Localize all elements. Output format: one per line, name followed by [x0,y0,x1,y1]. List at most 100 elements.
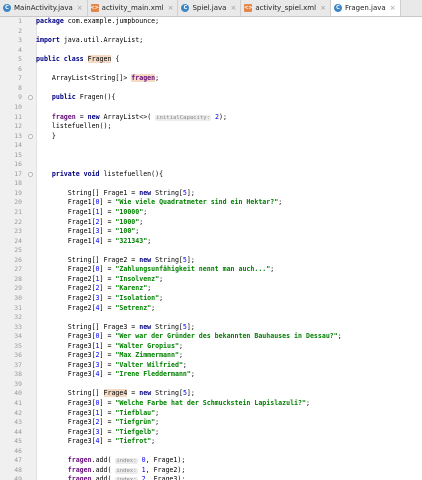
code-line[interactable]: 11 fragen = new ArrayList<>( initialCapa… [0,113,422,123]
tab-fragen-java[interactable]: C Fragen.java × [330,0,401,16]
code-line[interactable]: 29 Frage2[2] = "Karenz"; [0,284,422,294]
code-line[interactable]: 21 Frage1[1] = "10000"; [0,208,422,218]
editor-tab-bar: C MainActivity.java × <> activity_main.xml × C… [0,0,422,17]
code-token: ; [155,408,160,417]
code-line[interactable]: 46 [0,447,422,457]
line-number: 3 [18,36,22,45]
java-class-icon: C [181,4,190,12]
code-line[interactable]: 16 [0,160,422,170]
code-token: "Tiefgelb" [115,427,156,436]
code-line[interactable]: 42 Frage3[1] = "Tiefblau"; [0,409,422,419]
code-line[interactable]: 5 public class Fragen { [0,55,422,65]
code-line[interactable]: 31 Frage2[4] = "Setrenz"; [0,304,422,314]
code-line[interactable]: 20 Frage1[0] = "Wie viele Quadratmeter s… [0,198,422,208]
code-line[interactable]: 40 String[] Frage4 = new String[5]; [0,389,422,399]
code-token: fragen [67,465,92,474]
tab-activity-main-xml[interactable]: <> activity_main.xml × [88,0,179,16]
code-line[interactable]: 6 [0,65,422,75]
code-line[interactable]: 8 [0,84,422,94]
code-editor[interactable]: 1 package com.example.jumpbounce; 2 3 import… [0,17,422,480]
line-number: 16 [14,160,22,169]
code-line[interactable]: 10 [0,103,422,113]
code-token: ] = [99,360,116,369]
code-line[interactable]: 43 Frage3[2] = "Tiefgrün"; [0,418,422,428]
code-line[interactable]: 32 [0,313,422,323]
code-token: String[ [151,322,183,331]
code-line[interactable]: 4 [0,46,422,56]
code-token: Frage3[ [36,408,96,417]
code-line[interactable]: 13 } [0,132,422,142]
code-token: ); [219,112,227,121]
code-token: ; [143,208,148,216]
code-line[interactable]: 22 Frage1[2] = "1000"; [0,218,422,228]
code-text: String[] Frage4 = new String[5]; [36,389,195,399]
code-token: Frage1[ [36,227,96,236]
fold-marker-icon[interactable] [28,171,33,177]
code-line[interactable]: 47 fragen.add( index: 0, Frage1); [0,456,422,466]
code-line[interactable]: 3 import java.util.ArrayList; [0,36,422,46]
line-number: 23 [14,227,22,236]
close-tab-icon[interactable]: × [77,4,83,12]
code-token: ; [178,351,183,360]
line-number: 45 [14,437,22,446]
line-number: 37 [14,360,22,369]
tab-label: activity_main.xml [101,4,164,12]
code-token: = [75,112,88,121]
code-line[interactable]: 2 [0,27,422,37]
code-line[interactable]: 44 Frage3[3] = "Tiefgelb"; [0,428,422,438]
close-tab-icon[interactable]: × [390,4,396,12]
close-tab-icon[interactable]: × [230,4,236,12]
code-line[interactable]: 33 String[] Frage3 = new String[5]; [0,323,422,333]
code-line[interactable]: 9 public Fragen(){ [0,93,422,103]
code-token: ArrayList<String[]> [36,74,132,83]
code-text: public class Fragen { [36,55,119,65]
code-token: Frage1[ [36,217,96,226]
tab-mainactivity-java[interactable]: C MainActivity.java × [0,0,88,16]
code-line[interactable]: 24 Frage1[4] = "321343"; [0,237,422,247]
code-line[interactable]: 35 Frage3[1] = "Walter Gropius"; [0,342,422,352]
line-number: 48 [14,465,22,474]
tab-spiel-java[interactable]: C Spiel.java × [178,0,242,16]
code-token: ; [151,437,156,446]
code-line[interactable]: 48 fragen.add( index: 1, Frage2); [0,466,422,476]
fold-marker-icon[interactable] [28,95,33,101]
code-line[interactable]: 37 Frage3[3] = "Valter Wilfried"; [0,361,422,371]
code-token: ] = [99,217,116,226]
code-token: Frage4 [103,389,128,398]
code-line[interactable]: 7 ArrayList<String[]> fragen; [0,74,422,84]
code-token: String[ [151,188,183,197]
code-line[interactable]: 34 Frage3[0] = "Wer war der Gründer des … [0,332,422,342]
code-text: Frage1[1] = "10000"; [36,208,147,218]
code-line[interactable]: 39 [0,380,422,390]
code-line[interactable]: 14 [0,141,422,151]
code-token: Frage3[ [36,437,96,446]
code-line[interactable]: 17 private void listefuellen(){ [0,170,422,180]
code-line[interactable]: 23 Frage1[3] = "100"; [0,227,422,237]
code-line[interactable]: 45 Frage3[4] = "Tiefrot"; [0,437,422,447]
code-line[interactable]: 12 listefuellen(); [0,122,422,132]
code-line[interactable]: 36 Frage3[2] = "Max Zimmermann"; [0,351,422,361]
code-line[interactable]: 15 [0,151,422,161]
code-line[interactable]: 28 Frage2[1] = "Insolvenz"; [0,275,422,285]
code-line[interactable]: 18 [0,179,422,189]
code-line[interactable]: 49 fragen.add( index: 2, Frage3); [0,475,422,480]
close-tab-icon[interactable]: × [320,4,326,12]
code-token: String[] Frage2 = [36,255,140,264]
code-line[interactable]: 25 [0,246,422,256]
code-token: "321343" [115,236,148,245]
code-text: public Fragen(){ [36,93,116,103]
fold-marker-icon[interactable] [28,133,33,139]
parameter-hint: index: [115,467,138,474]
tab-activity-spiel-xml[interactable]: <> activity_spiel.xml × [241,0,331,16]
code-token: ; [337,332,342,341]
code-token: ] = [99,265,116,274]
close-tab-icon[interactable]: × [168,4,174,12]
code-line[interactable]: 27 Frage2[0] = "Zahlungsunfähigkeit nenn… [0,265,422,275]
code-line[interactable]: 38 Frage3[4] = "Irene Fleddermann"; [0,370,422,380]
code-line[interactable]: 1 package com.example.jumpbounce; [0,17,422,27]
code-line[interactable]: 30 Frage2[3] = "Isolation"; [0,294,422,304]
code-line[interactable]: 19 String[] Frage1 = new String[5]; [0,189,422,199]
code-line[interactable]: 26 String[] Frage2 = new String[5]; [0,256,422,266]
code-line[interactable]: 41 Frage3[0] = "Welche Farbe hat der Sch… [0,399,422,409]
